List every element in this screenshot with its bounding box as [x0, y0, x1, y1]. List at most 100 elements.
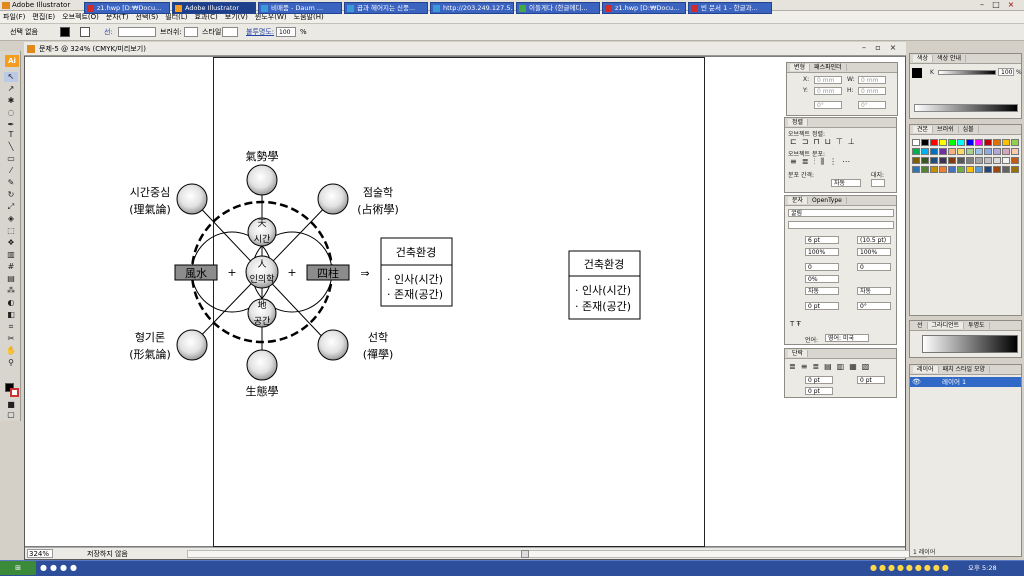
gradient-preview[interactable] — [922, 335, 1018, 353]
tab-appearance[interactable]: 패치 스타일 모양 — [938, 366, 991, 373]
distribute-spacing-field[interactable]: 자동 — [831, 179, 861, 187]
font-style-dropdown[interactable] — [788, 221, 894, 229]
kerning-field[interactable]: 0 — [805, 263, 839, 271]
tab-paragraph[interactable]: 단락 — [788, 350, 809, 357]
tab-color-guide[interactable]: 색상 안내 — [933, 55, 967, 62]
distribute-object-icons[interactable]: ≡≣⫶⫼⋮⋯ — [790, 157, 855, 167]
tracking-field[interactable]: 0 — [857, 263, 891, 271]
tray-icons[interactable]: ●●●●●●●●● — [870, 563, 951, 572]
color-swatch[interactable] — [921, 157, 929, 164]
transform-x-field[interactable]: 0 mm — [814, 76, 842, 84]
color-swatch[interactable] — [1011, 157, 1019, 164]
transform-y-field[interactable]: 0 mm — [814, 87, 842, 95]
task-daum[interactable]: 비매품 - Daum ... — [258, 2, 342, 14]
color-swatch[interactable] — [1011, 139, 1019, 146]
task-hangul-doc[interactable]: 빈 문서 1 - 한글과... — [688, 2, 772, 14]
tab-color[interactable]: 색상 — [913, 55, 934, 62]
underline-icons[interactable]: T Ŧ — [790, 320, 801, 328]
tab-opentype[interactable]: OpenType — [808, 197, 847, 204]
transform-angle-field[interactable]: 0° — [814, 101, 842, 109]
color-spectrum-bar[interactable] — [914, 104, 1018, 112]
color-swatch[interactable] — [975, 157, 983, 164]
scroll-thumb[interactable] — [521, 550, 529, 558]
color-swatch[interactable] — [912, 166, 920, 173]
k-value-field[interactable]: 100 — [998, 68, 1014, 76]
color-swatch[interactable] — [1002, 166, 1010, 173]
align-to-dropdown[interactable] — [871, 179, 885, 187]
color-swatch[interactable] — [930, 166, 938, 173]
align-object-icons[interactable]: ⊏⊐⊓⊔⊤⊥ — [790, 137, 860, 146]
tab-transparency[interactable]: 투명도 — [964, 322, 990, 329]
font-size-field[interactable]: 6 pt — [805, 236, 839, 244]
char-rotation-field[interactable]: 0° — [857, 302, 891, 310]
horizontal-scrollbar[interactable] — [187, 550, 927, 558]
tab-character[interactable]: 문자 — [788, 197, 809, 204]
color-swatch[interactable] — [948, 157, 956, 164]
color-swatch[interactable] — [993, 157, 1001, 164]
tab-stroke[interactable]: 선 — [913, 322, 928, 329]
color-swatch[interactable] — [912, 157, 920, 164]
color-swatch[interactable] — [948, 139, 956, 146]
color-swatch[interactable] — [930, 148, 938, 155]
task-illustrator[interactable]: Adobe Illustrator — [172, 2, 256, 14]
color-swatch[interactable] — [984, 166, 992, 173]
transform-h-field[interactable]: 0 mm — [858, 87, 886, 95]
aki-right-field[interactable]: 자동 — [857, 287, 891, 295]
color-swatch[interactable] — [975, 148, 983, 155]
tab-swatches[interactable]: 견본 — [913, 126, 934, 133]
leading-field[interactable]: (10.5 pt) — [857, 236, 891, 244]
color-swatch[interactable] — [975, 139, 983, 146]
paragraph-align-icons[interactable]: ≣≡≣▤▥▦▧ — [789, 362, 874, 371]
task-browser-2[interactable]: 곱과 헤어지는 신풍... — [344, 2, 428, 14]
color-swatch[interactable] — [966, 148, 974, 155]
color-swatch[interactable] — [921, 139, 929, 146]
visibility-eye-icon[interactable]: 👁 — [912, 378, 921, 386]
color-swatch[interactable] — [1002, 157, 1010, 164]
color-swatch[interactable] — [957, 166, 965, 173]
color-swatch[interactable] — [921, 148, 929, 155]
horizontal-scale-field[interactable]: 100% — [857, 248, 891, 256]
tab-align[interactable]: 정렬 — [788, 119, 809, 126]
task-editor[interactable]: 이들게다 (한글에디... — [516, 2, 600, 14]
task-z1-hwp-2[interactable]: z1.hwp [D:₩Docu... — [602, 2, 686, 14]
color-swatch[interactable] — [921, 166, 929, 173]
color-swatch[interactable] — [939, 166, 947, 173]
zoom-field[interactable]: 324% — [27, 549, 53, 558]
task-browser-3[interactable]: http://203.249.127.5... — [430, 2, 514, 14]
baseline-shift-field[interactable]: 0 pt — [805, 302, 839, 310]
k-slider[interactable] — [938, 70, 996, 75]
tab-gradient[interactable]: 그라디언트 — [927, 322, 965, 329]
color-swatch[interactable] — [1002, 139, 1010, 146]
layer-row[interactable]: 레이어 1 — [910, 377, 1021, 387]
color-swatch[interactable] — [984, 157, 992, 164]
color-swatch[interactable] — [993, 139, 1001, 146]
color-swatch[interactable] — [930, 157, 938, 164]
color-swatch[interactable] — [1011, 166, 1019, 173]
color-swatch[interactable] — [966, 139, 974, 146]
tab-pathfinder[interactable]: 패스파인더 — [810, 64, 847, 71]
color-swatch[interactable] — [984, 139, 992, 146]
task-z1-hwp[interactable]: z1.hwp [D:₩Docu... — [84, 2, 170, 14]
right-indent-field[interactable]: 0 pt — [857, 376, 885, 384]
quick-launch-icons[interactable]: ●●●● — [40, 563, 80, 572]
color-swatch[interactable] — [993, 148, 1001, 155]
aki-left-field[interactable]: 자동 — [805, 287, 839, 295]
first-line-indent-field[interactable]: 0 pt — [805, 387, 833, 395]
color-swatch[interactable] — [966, 166, 974, 173]
font-family-dropdown[interactable]: 굴림 — [788, 209, 894, 217]
color-swatch[interactable] — [912, 148, 920, 155]
color-swatch[interactable] — [939, 139, 947, 146]
color-swatch[interactable] — [939, 157, 947, 164]
color-swatch[interactable] — [957, 148, 965, 155]
color-swatch[interactable] — [939, 148, 947, 155]
transform-shear-field[interactable]: 0° — [858, 101, 886, 109]
tab-brushes[interactable]: 브러쉬 — [933, 126, 959, 133]
color-swatch[interactable] — [1002, 148, 1010, 155]
transform-w-field[interactable]: 0 mm — [858, 76, 886, 84]
left-indent-field[interactable]: 0 pt — [805, 376, 833, 384]
vertical-scale-field[interactable]: 100% — [805, 248, 839, 256]
tab-layers[interactable]: 레이어 — [913, 366, 939, 373]
tsume-field[interactable]: 0% — [805, 275, 839, 283]
color-fill-icon[interactable] — [912, 68, 922, 78]
color-swatch[interactable] — [912, 139, 920, 146]
